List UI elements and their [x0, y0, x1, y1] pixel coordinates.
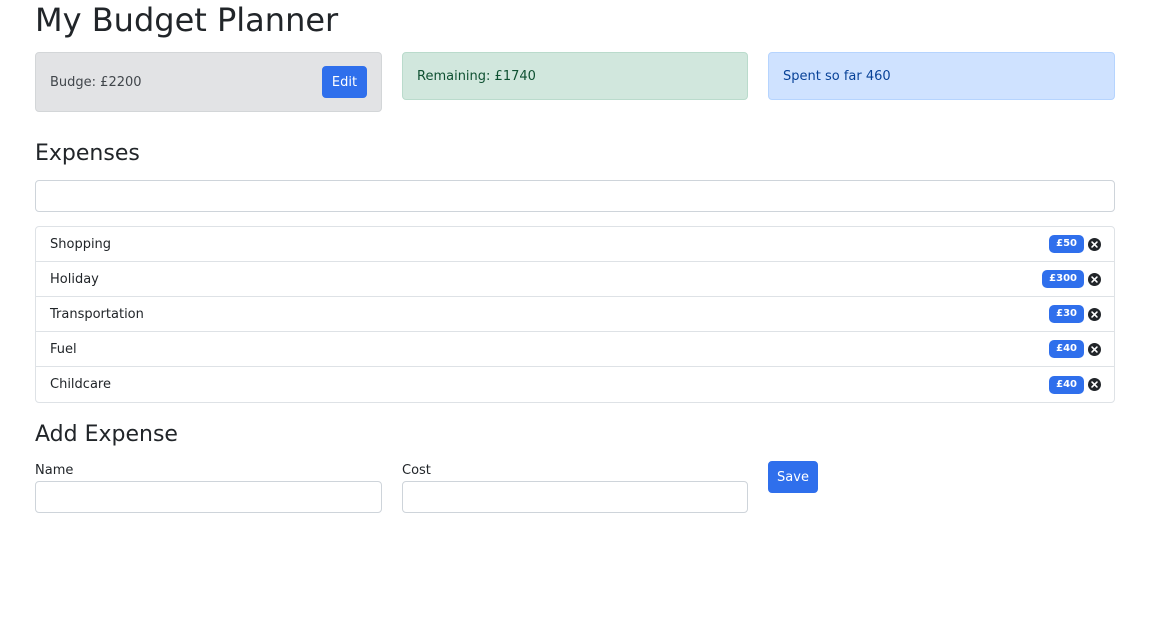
expenses-heading: Expenses: [35, 141, 140, 166]
remaining-card: Remaining: £1740: [402, 52, 748, 100]
delete-expense-icon[interactable]: [1088, 378, 1101, 391]
expense-name: Childcare: [50, 377, 111, 392]
expense-item: Holiday £300: [36, 262, 1114, 297]
delete-expense-icon[interactable]: [1088, 272, 1101, 286]
expense-search-input[interactable]: [35, 180, 1115, 212]
expense-name: Transportation: [50, 306, 144, 322]
expense-cost-badge: £300: [1042, 270, 1084, 288]
expense-actions: £40: [1049, 375, 1101, 394]
expense-name: Shopping: [50, 236, 112, 252]
name-label: Name: [35, 463, 74, 478]
delete-expense-icon[interactable]: [1088, 307, 1101, 321]
expense-name: Fuel: [50, 341, 77, 357]
save-button[interactable]: Save: [768, 461, 818, 493]
expense-item: Fuel £40: [36, 332, 1114, 367]
remaining-text: Remaining: £1740: [417, 68, 536, 84]
delete-expense-icon[interactable]: [1088, 237, 1101, 251]
budget-card: Budge: £2200 Edit: [35, 52, 382, 112]
expense-list: Shopping £50 Holiday £300 Transportation £30 F…: [35, 226, 1115, 403]
expense-item: Shopping £50: [36, 227, 1114, 262]
cost-label: Cost: [402, 463, 431, 478]
expense-item: Transportation £30: [36, 297, 1114, 332]
edit-budget-button[interactable]: Edit: [322, 66, 367, 98]
delete-expense-icon[interactable]: [1088, 342, 1101, 356]
expense-cost-badge: £30: [1049, 305, 1084, 323]
expense-cost-badge: £50: [1049, 235, 1084, 253]
expense-cost-badge: £40: [1049, 340, 1084, 358]
page-title: My Budget Planner: [35, 1, 339, 39]
app-container: My Budget Planner Budge: £2200 Edit Rema…: [0, 0, 1165, 617]
expense-cost-badge: £40: [1049, 375, 1084, 394]
budget-text: Budge: £2200: [50, 74, 142, 90]
spent-card: Spent so far 460: [768, 52, 1115, 100]
expense-actions: £30: [1049, 305, 1101, 323]
spent-text: Spent so far 460: [783, 68, 891, 84]
expense-actions: £300: [1042, 270, 1101, 288]
expense-actions: £50: [1049, 235, 1101, 253]
expense-name: Holiday: [50, 271, 99, 287]
cost-input[interactable]: [402, 481, 748, 513]
add-expense-heading: Add Expense: [35, 422, 178, 447]
expense-actions: £40: [1049, 340, 1101, 358]
expense-item: Childcare £40: [36, 367, 1114, 402]
name-input[interactable]: [35, 481, 382, 513]
